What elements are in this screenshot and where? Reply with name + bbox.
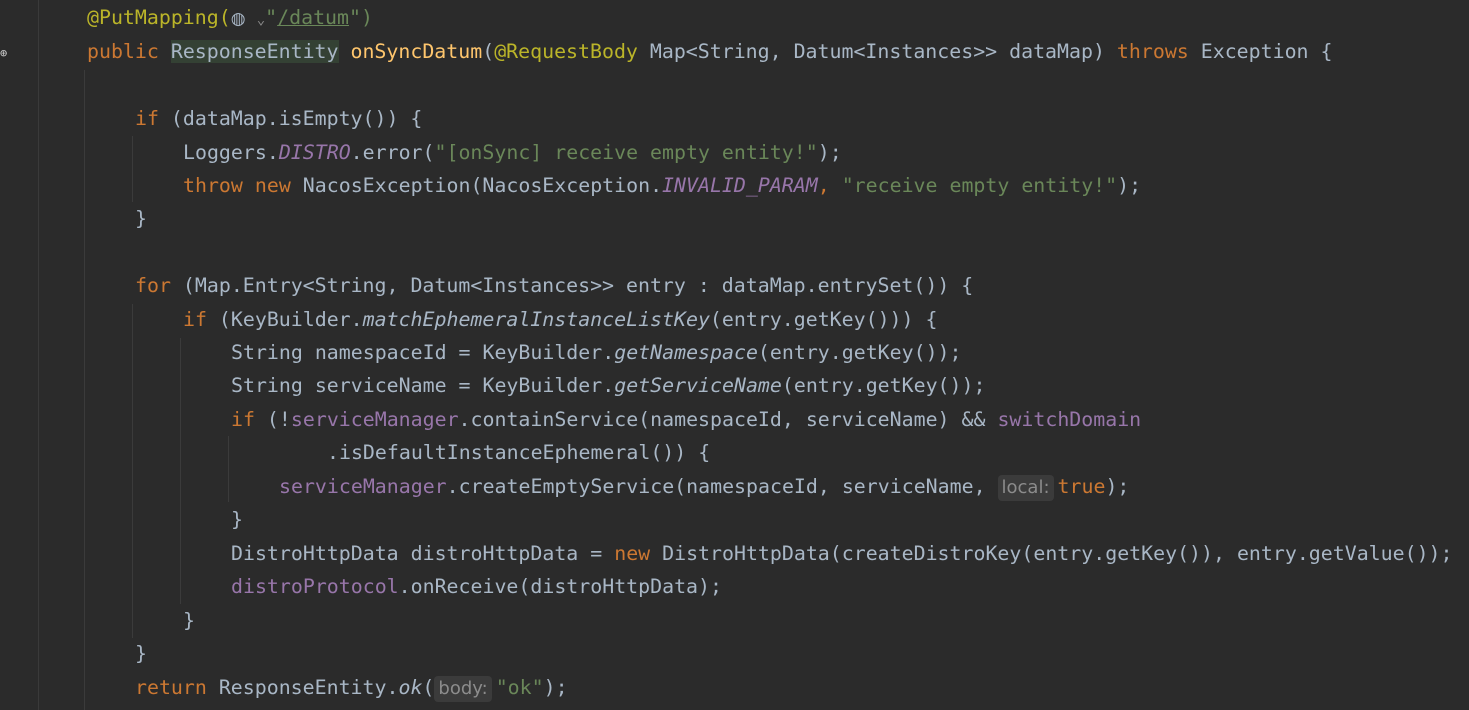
indent-guide [132,136,133,202]
parameter-hint: body: [434,676,492,702]
code-line: } [183,609,195,632]
globe-icon[interactable]: ◍ [231,3,257,36]
indent-guide [84,70,85,710]
code-line: } [135,207,147,230]
code-line: DistroHttpData distroHttpData = new Dist… [231,542,1453,565]
code-line: public ResponseEntity onSyncDatum(@Reque… [87,40,1333,63]
indent-guide [180,338,181,604]
parameter-hint: local: [997,475,1054,501]
web-endpoint-gutter-icon[interactable]: ⊕ [0,46,12,60]
code-line: if (dataMap.isEmpty()) { [135,107,423,130]
code-line: return ResponseEntity.ok(body: "ok"); [135,671,568,704]
code-line: .isDefaultInstanceEphemeral()) { [327,441,711,464]
gutter-divider [38,0,39,710]
code-line: if (!serviceManager.containService(names… [231,408,1142,431]
code-line: String serviceName = KeyBuilder.getServi… [231,374,986,397]
code-line: @PutMapping(◍ ⌄"/datum") [87,1,373,34]
code-line: serviceManager.createEmptyService(namesp… [279,470,1129,503]
code-line: } [135,642,147,665]
code-editor[interactable]: ⊕ @PutMapping(◍ ⌄"/datum") public Respons… [0,0,1469,710]
code-line: String namespaceId = KeyBuilder.getNames… [231,341,962,364]
code-line: for (Map.Entry<String, Datum<Instances>>… [135,274,974,297]
code-line: distroProtocol.onReceive(distroHttpData)… [231,575,722,598]
endpoint-path-link[interactable]: /datum [277,6,349,29]
code-line: Loggers.DISTRO.error("[onSync] receive e… [183,141,842,164]
code-line: } [231,508,243,531]
code-line: if (KeyBuilder.matchEphemeralInstanceLis… [183,308,938,331]
code-line: throw new NacosException(NacosException.… [183,174,1142,197]
chevron-down-icon[interactable]: ⌄ [257,12,265,28]
indent-guide [228,436,229,502]
indent-guide [132,304,133,638]
